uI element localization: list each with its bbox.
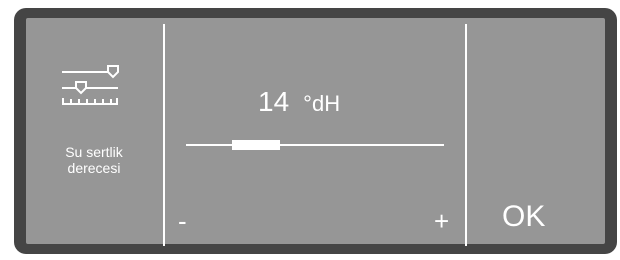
decrease-button[interactable]: - [178,206,187,236]
right-divider [465,24,467,246]
hardness-slider-thumb[interactable] [231,140,280,150]
value-unit: °dH [303,91,341,116]
setting-label-line2: derecesi [67,160,121,176]
water-hardness-slider-icon [62,65,119,105]
display-bezel: Su sertlik derecesi 14 °dH - + OK [14,8,617,254]
increase-button[interactable]: + [434,206,449,236]
setting-label: Su sertlik derecesi [44,144,144,176]
ok-button[interactable]: OK [502,200,545,234]
value-number: 14 [258,86,290,117]
hardness-slider-track[interactable] [186,144,444,146]
left-divider [163,24,165,246]
display-screen: Su sertlik derecesi 14 °dH - + OK [26,18,605,246]
setting-label-line1: Su sertlik [65,144,123,160]
value-readout: 14 °dH [258,86,340,120]
